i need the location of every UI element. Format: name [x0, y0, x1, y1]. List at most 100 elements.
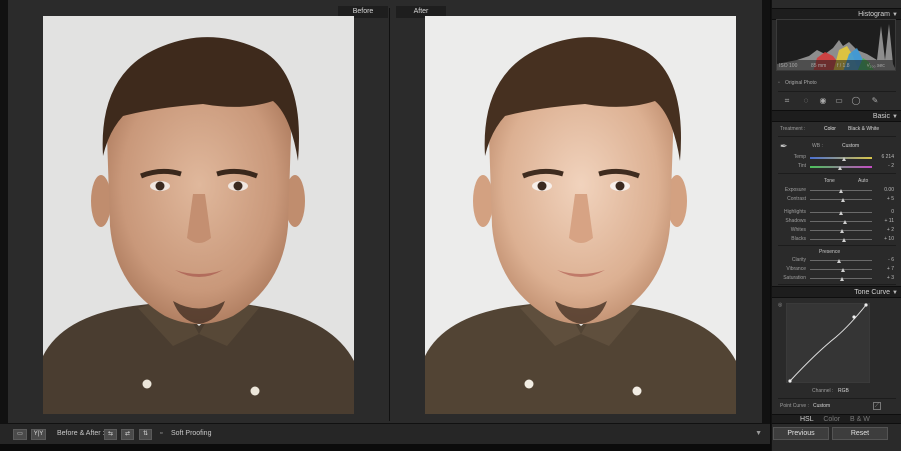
- wb-preset-dropdown[interactable]: Custom: [842, 143, 859, 150]
- crop-tool-icon[interactable]: ⌗: [782, 96, 792, 106]
- reset-button[interactable]: Reset: [832, 427, 888, 440]
- slider-value[interactable]: + 11: [876, 218, 895, 225]
- slider-label: Temp: [793, 154, 806, 160]
- hsl-header[interactable]: HSL Color B & W: [772, 414, 901, 424]
- slider-label: Vibrance: [786, 266, 806, 272]
- spot-removal-icon[interactable]: ◌: [801, 96, 811, 106]
- slider-handle[interactable]: [842, 238, 847, 242]
- slider-handle[interactable]: [837, 259, 842, 263]
- slider-label: Highlights: [784, 209, 806, 215]
- slider-handle[interactable]: [839, 189, 843, 193]
- wb-label: WB :: [812, 143, 823, 149]
- slider-track[interactable]: [810, 239, 872, 240]
- edit-point-curve-icon[interactable]: ⟋: [873, 402, 881, 410]
- slider-handle[interactable]: [839, 211, 843, 215]
- targeted-adjustment-icon[interactable]: ◎: [778, 302, 782, 309]
- bottom-toolbar: ▭ Y|Y Before & After : ⇆ ⇄ ⇅ ▫ Soft Proo…: [0, 423, 770, 444]
- slider-value[interactable]: - 6: [876, 257, 894, 264]
- iso-readout: ISO 100: [779, 63, 798, 69]
- slider-handle[interactable]: [838, 166, 843, 170]
- slider-label: Whites: [790, 227, 806, 233]
- slider-label: Contrast: [787, 196, 806, 202]
- original-photo-checkbox[interactable]: ▫: [778, 80, 780, 86]
- slider-value[interactable]: + 2: [876, 227, 894, 234]
- hsl-bw-tab[interactable]: B & W: [850, 416, 870, 423]
- swap-left-icon: ⇆: [107, 431, 114, 437]
- treatment-bw-option[interactable]: Black & White: [848, 126, 879, 133]
- graduated-filter-icon[interactable]: ▭: [834, 96, 844, 106]
- toolbar-menu-icon[interactable]: ▼: [755, 430, 762, 437]
- presence-label: Presence: [819, 249, 841, 255]
- slider-handle[interactable]: [840, 277, 845, 281]
- tool-strip-separator: [778, 91, 896, 92]
- histogram-display[interactable]: ISO 100 85 mm f / 1.8 ¹⁄₂₀₀ sec: [776, 19, 896, 71]
- slider-label: Shadows: [785, 218, 806, 224]
- section-separator: [778, 284, 896, 285]
- treatment-color-option[interactable]: Color: [824, 126, 836, 133]
- slider-value[interactable]: 0: [876, 209, 894, 216]
- pane-divider: [389, 8, 390, 421]
- slider-label: Tint: [797, 163, 806, 169]
- original-photo-label: Original Photo: [785, 80, 817, 86]
- slider-value[interactable]: + 10: [876, 236, 894, 243]
- soft-proofing-checkbox[interactable]: ▫: [160, 428, 162, 440]
- slider-handle[interactable]: [841, 268, 846, 272]
- hsl-tab[interactable]: HSL: [800, 416, 813, 423]
- loupe-icon: ▭: [17, 431, 23, 437]
- tone-label: Tone: [824, 178, 835, 184]
- left-edge-panel[interactable]: [0, 0, 8, 423]
- curve-separator: [778, 398, 896, 399]
- soft-proofing-label: Soft Proofing: [171, 430, 212, 437]
- radial-filter-icon[interactable]: ◯: [851, 96, 861, 106]
- before-after-view-button[interactable]: Y|Y: [31, 429, 46, 440]
- slider-handle[interactable]: [840, 198, 845, 202]
- basic-header[interactable]: Basic ▼: [772, 110, 901, 122]
- slider-value[interactable]: - 2: [876, 163, 894, 170]
- slider-label: Exposure: [784, 187, 806, 193]
- swap-button[interactable]: ⇅: [139, 429, 152, 440]
- image-view: Before After: [0, 0, 770, 423]
- histogram-title: Histogram: [858, 11, 890, 18]
- section-separator: [778, 173, 896, 174]
- portrait-after-image: [425, 16, 736, 414]
- before-photo[interactable]: [43, 16, 354, 414]
- previous-button[interactable]: Previous: [773, 427, 829, 440]
- point-curve-dropdown[interactable]: Custom: [813, 403, 830, 410]
- swap-icon: ⇅: [142, 431, 149, 437]
- slider-handle[interactable]: [840, 229, 845, 233]
- slider-handle[interactable]: [842, 157, 847, 161]
- red-eye-icon[interactable]: ◉: [818, 96, 828, 106]
- collapse-triangle-icon: ▼: [892, 114, 898, 120]
- slider-value[interactable]: 6 214: [876, 154, 894, 161]
- loupe-view-button[interactable]: ▭: [13, 429, 27, 440]
- after-photo[interactable]: [425, 16, 736, 414]
- channel-dropdown[interactable]: RGB: [838, 388, 849, 395]
- before-after-label[interactable]: Before & After :: [57, 428, 104, 440]
- white-balance-eyedropper-icon[interactable]: ✒: [780, 142, 788, 151]
- shutter-readout: ¹⁄₂₀₀ sec: [867, 63, 885, 69]
- adjustment-brush-icon[interactable]: ✎: [870, 96, 880, 106]
- slider-label: Saturation: [783, 275, 806, 281]
- treatment-label: Treatment :: [780, 126, 806, 132]
- hsl-color-tab[interactable]: Color: [823, 416, 840, 423]
- channel-label: Channel :: [812, 388, 834, 394]
- copy-after-to-before-button[interactable]: ⇄: [121, 429, 134, 440]
- basic-separator: [778, 136, 896, 137]
- tone-curve-svg: [785, 302, 871, 384]
- slider-track[interactable]: [810, 157, 872, 159]
- slider-label: Blacks: [791, 236, 806, 242]
- right-edge-panel[interactable]: [762, 0, 770, 423]
- point-curve-label: Point Curve :: [780, 403, 809, 409]
- slider-value[interactable]: + 3: [876, 275, 894, 282]
- auto-tone-button[interactable]: Auto: [858, 178, 868, 185]
- portrait-before-image: [43, 16, 354, 414]
- tone-curve-header[interactable]: Tone Curve ▼: [772, 286, 901, 298]
- focal-length-readout: 85 mm: [811, 63, 827, 69]
- slider-value[interactable]: + 7: [876, 266, 894, 273]
- slider-handle[interactable]: [842, 220, 847, 224]
- copy-before-to-after-button[interactable]: ⇆: [104, 429, 117, 440]
- slider-value[interactable]: 0.00: [876, 187, 894, 194]
- tone-curve-graph[interactable]: [785, 302, 871, 384]
- slider-track[interactable]: [810, 221, 872, 222]
- slider-value[interactable]: + 5: [876, 196, 894, 203]
